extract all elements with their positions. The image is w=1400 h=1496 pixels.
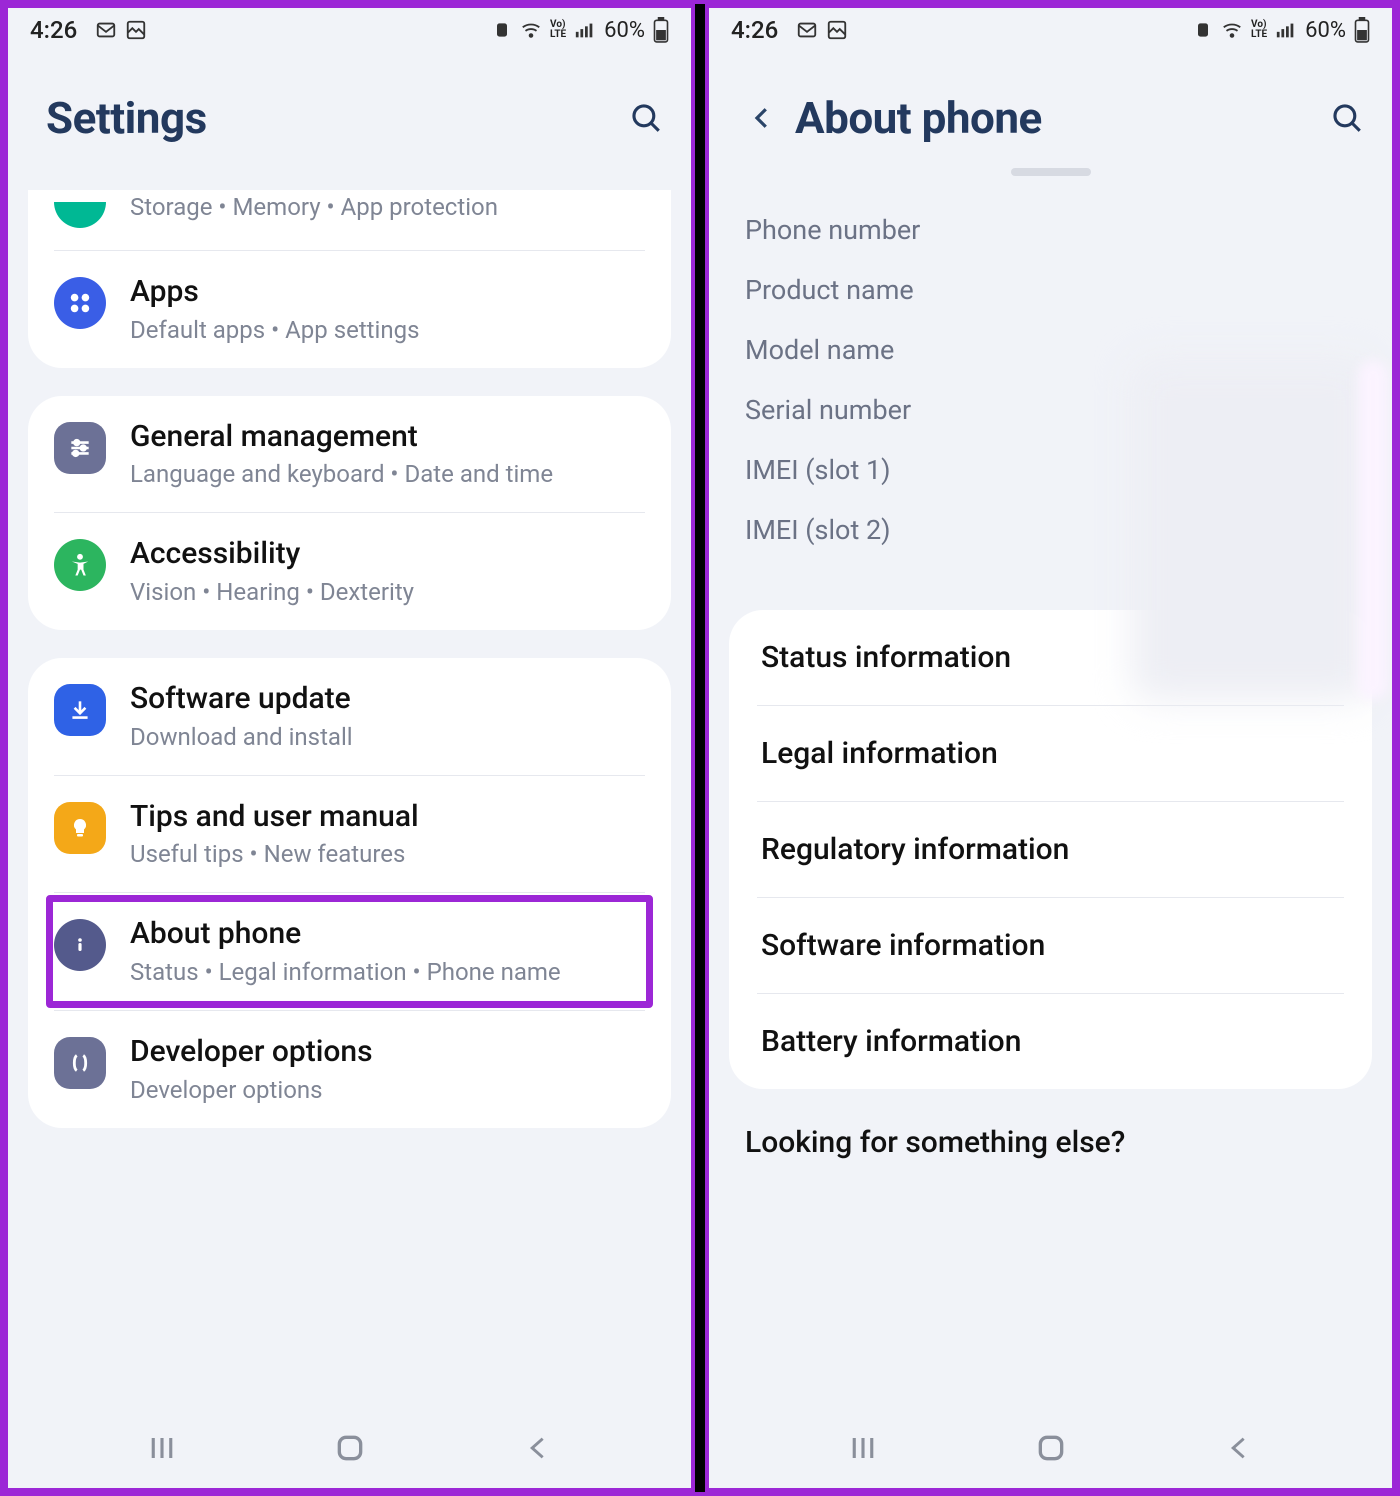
battery-icon xyxy=(653,17,669,43)
row-subtitle: Language and keyboard • Date and time xyxy=(130,459,645,490)
signal-icon xyxy=(1275,19,1297,41)
about-phone-screen: 4:26 Vo)LTE 60% About phone Phone number… xyxy=(705,4,1396,1492)
signal-icon xyxy=(574,19,596,41)
item-regulatory-information[interactable]: Regulatory information xyxy=(757,802,1344,898)
row-subtitle: Storage • Memory • App protection xyxy=(130,192,645,223)
device-care-icon xyxy=(54,190,106,228)
redacted-edge xyxy=(1358,360,1388,700)
code-icon xyxy=(54,1037,106,1089)
battery-icon xyxy=(1354,17,1370,43)
row-apps[interactable]: Apps Default apps • App settings xyxy=(54,250,645,368)
wifi-icon xyxy=(520,19,542,41)
alarm-icon xyxy=(1193,20,1213,40)
lightbulb-icon xyxy=(54,802,106,854)
download-icon xyxy=(54,684,106,736)
page-title: Settings xyxy=(46,92,207,144)
row-general-management[interactable]: General management Language and keyboard… xyxy=(54,396,645,513)
item-software-information[interactable]: Software information xyxy=(757,898,1344,994)
volte-icon: Vo)LTE xyxy=(550,20,566,40)
row-subtitle: Default apps • App settings xyxy=(130,315,645,346)
drag-handle[interactable] xyxy=(1011,168,1091,176)
recents-button[interactable] xyxy=(848,1433,878,1463)
back-button[interactable] xyxy=(1225,1434,1253,1462)
search-icon[interactable] xyxy=(629,101,663,135)
field-phone-number[interactable]: Phone number xyxy=(745,200,1356,260)
status-bar: 4:26 Vo)LTE 60% xyxy=(8,8,691,52)
info-icon xyxy=(54,919,106,971)
search-icon[interactable] xyxy=(1330,101,1364,135)
row-device-care-partial[interactable]: Storage • Memory • App protection xyxy=(54,190,645,250)
row-title: Apps xyxy=(130,273,645,311)
row-subtitle: Status • Legal information • Phone name xyxy=(130,957,645,988)
group-general: General management Language and keyboard… xyxy=(28,396,671,630)
row-subtitle: Vision • Hearing • Dexterity xyxy=(130,577,645,608)
row-title: About phone xyxy=(130,915,645,953)
back-button[interactable] xyxy=(524,1434,552,1462)
header: About phone xyxy=(709,52,1392,168)
gmail-icon xyxy=(796,19,818,41)
recents-button[interactable] xyxy=(147,1433,177,1463)
wifi-icon xyxy=(1221,19,1243,41)
row-title: Developer options xyxy=(130,1033,645,1071)
row-title: Software update xyxy=(130,680,645,718)
looking-for-something[interactable]: Looking for something else? xyxy=(745,1125,1356,1160)
group-device-care: Storage • Memory • App protection Apps D… xyxy=(28,190,671,368)
redacted-values xyxy=(1132,360,1372,700)
apps-icon xyxy=(54,277,106,329)
row-software-update[interactable]: Software update Download and install xyxy=(54,658,645,775)
row-title: Accessibility xyxy=(130,535,645,573)
clock: 4:26 xyxy=(731,16,778,44)
settings-screen: 4:26 Vo)LTE 60% Settings Storage • Memor… xyxy=(4,4,695,1492)
gallery-icon xyxy=(826,19,848,41)
gmail-icon xyxy=(95,19,117,41)
status-bar: 4:26 Vo)LTE 60% xyxy=(709,8,1392,52)
group-system: Software update Download and install Tip… xyxy=(28,658,671,1128)
row-title: Tips and user manual xyxy=(130,798,645,836)
row-tips[interactable]: Tips and user manual Useful tips • New f… xyxy=(54,775,645,893)
accessibility-icon xyxy=(54,539,106,591)
home-button[interactable] xyxy=(1035,1432,1067,1464)
item-legal-information[interactable]: Legal information xyxy=(757,706,1344,802)
row-subtitle: Developer options xyxy=(130,1075,645,1106)
volte-icon: Vo)LTE xyxy=(1251,20,1267,40)
alarm-icon xyxy=(492,20,512,40)
field-product-name[interactable]: Product name xyxy=(745,260,1356,320)
row-title: General management xyxy=(130,418,645,456)
row-accessibility[interactable]: Accessibility Vision • Hearing • Dexteri… xyxy=(54,512,645,630)
page-title: About phone xyxy=(795,92,1042,144)
item-battery-information[interactable]: Battery information xyxy=(757,994,1344,1089)
header: Settings xyxy=(8,52,691,190)
battery-percent: 60% xyxy=(604,18,645,43)
clock: 4:26 xyxy=(30,16,77,44)
sliders-icon xyxy=(54,422,106,474)
nav-bar xyxy=(709,1408,1392,1488)
back-icon[interactable] xyxy=(747,103,777,133)
row-about-phone[interactable]: About phone Status • Legal information •… xyxy=(54,892,645,1010)
row-subtitle: Download and install xyxy=(130,722,645,753)
row-developer-options[interactable]: Developer options Developer options xyxy=(54,1010,645,1128)
settings-list: Storage • Memory • App protection Apps D… xyxy=(8,190,691,1408)
nav-bar xyxy=(8,1408,691,1488)
gallery-icon xyxy=(125,19,147,41)
battery-percent: 60% xyxy=(1305,18,1346,43)
row-subtitle: Useful tips • New features xyxy=(130,839,645,870)
home-button[interactable] xyxy=(334,1432,366,1464)
